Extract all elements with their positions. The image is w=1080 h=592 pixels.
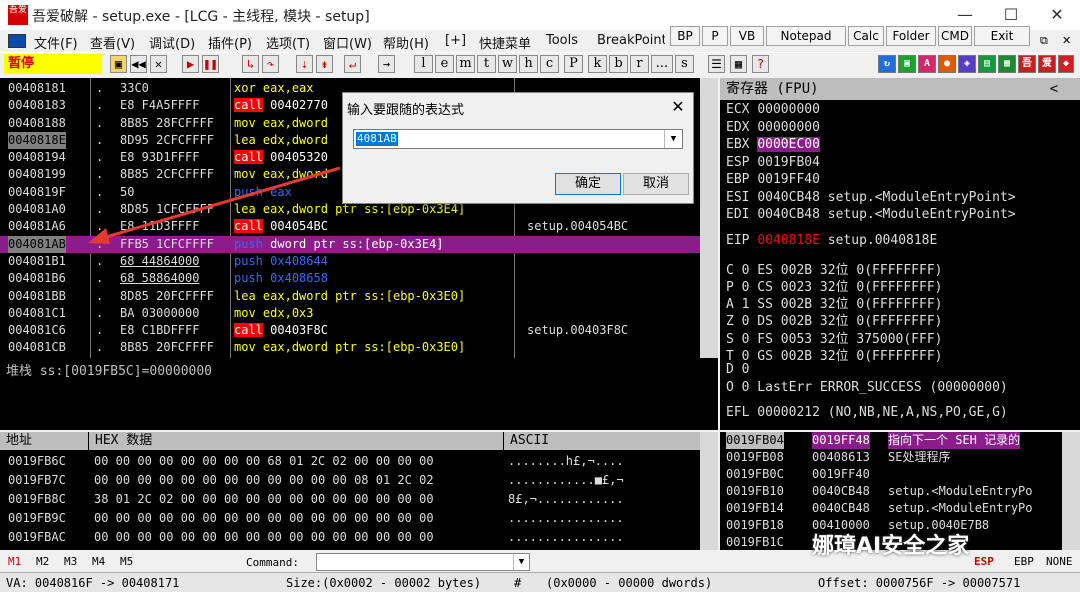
arrow-head	[88, 228, 110, 244]
cancel-button[interactable]: 取消	[623, 173, 689, 195]
dialog-close-icon[interactable]: ✕	[665, 95, 691, 119]
ok-button[interactable]: 确定	[555, 173, 621, 195]
annotation-arrow	[88, 166, 341, 244]
chevron-down-icon[interactable]: ▼	[664, 130, 682, 148]
dialog-title: 输入要跟随的表达式	[347, 103, 465, 118]
expression-value: 4081AB	[356, 132, 398, 146]
follow-expression-dialog[interactable]: 输入要跟随的表达式 ✕ 4081AB ▼ 确定 取消	[342, 92, 694, 204]
expression-input[interactable]: 4081AB ▼	[353, 129, 683, 149]
arrow-line	[95, 166, 341, 242]
watermark: 娜璋AI安全之家	[812, 534, 970, 559]
